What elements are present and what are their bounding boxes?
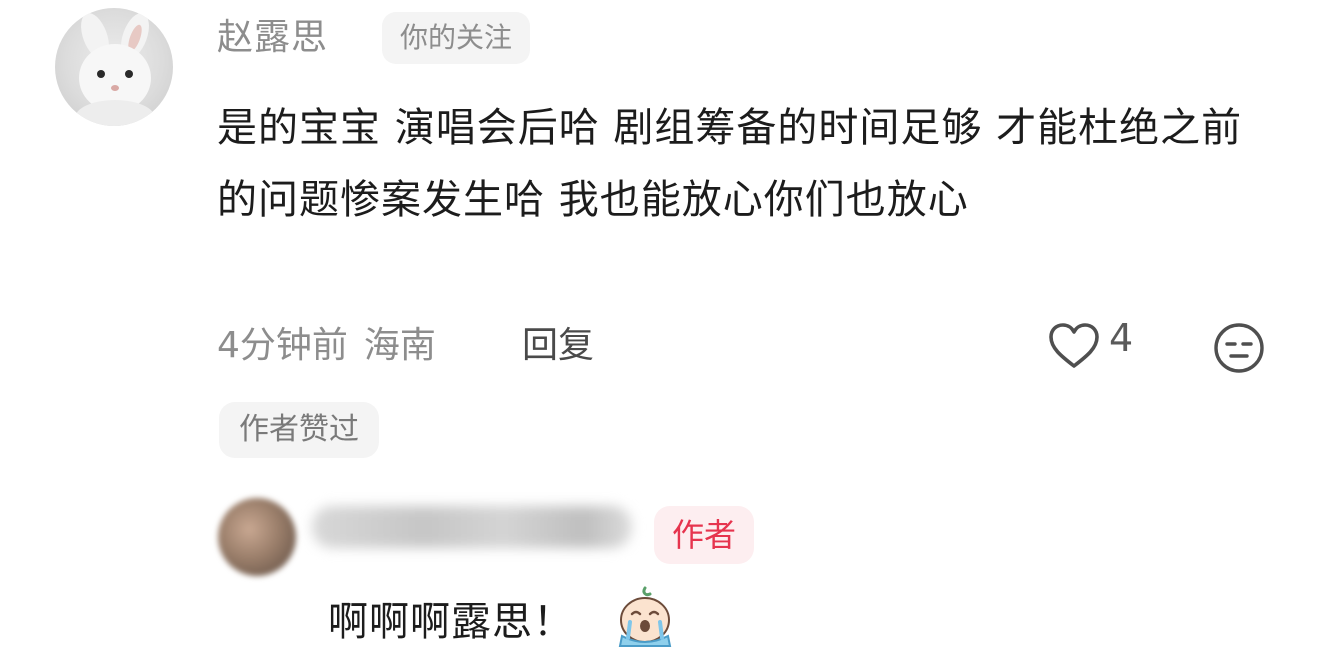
reply-text: 啊啊啊露思！ bbox=[328, 599, 574, 645]
rabbit-avatar-icon bbox=[75, 13, 155, 126]
comment-item: 赵露思 你的关注 是的宝宝 演唱会后哈 剧组筹备的时间足够 才能杜绝之前的问题惨… bbox=[0, 0, 1320, 480]
follow-badge: 你的关注 bbox=[382, 12, 531, 64]
comment-text: 是的宝宝 演唱会后哈 剧组筹备的时间足够 才能杜绝之前的问题惨案发生哈 我也能放… bbox=[217, 105, 1243, 223]
reply-item: 作者 啊啊啊露思！ bbox=[0, 480, 1320, 656]
avatar[interactable] bbox=[55, 8, 173, 126]
dislike-button[interactable] bbox=[1213, 322, 1265, 374]
comment-location: 海南 bbox=[363, 325, 436, 366]
author-badge: 作者 bbox=[654, 506, 755, 564]
author-liked-badge: 作者赞过 bbox=[219, 402, 379, 458]
comment-time: 4分钟前 bbox=[217, 325, 348, 366]
reply-button[interactable]: 回复 bbox=[522, 320, 594, 372]
comment-meta: 4分钟前 海南 bbox=[217, 320, 436, 372]
unamused-face-icon bbox=[1214, 323, 1264, 373]
comment-username[interactable]: 赵露思 bbox=[217, 14, 328, 62]
heart-icon bbox=[1049, 323, 1099, 368]
like-button[interactable]: 4 bbox=[1047, 316, 1133, 374]
crying-emoji-icon bbox=[612, 584, 678, 650]
reply-username-blurred[interactable] bbox=[312, 506, 632, 548]
reply-avatar[interactable] bbox=[218, 498, 296, 576]
like-count: 4 bbox=[1109, 316, 1134, 360]
